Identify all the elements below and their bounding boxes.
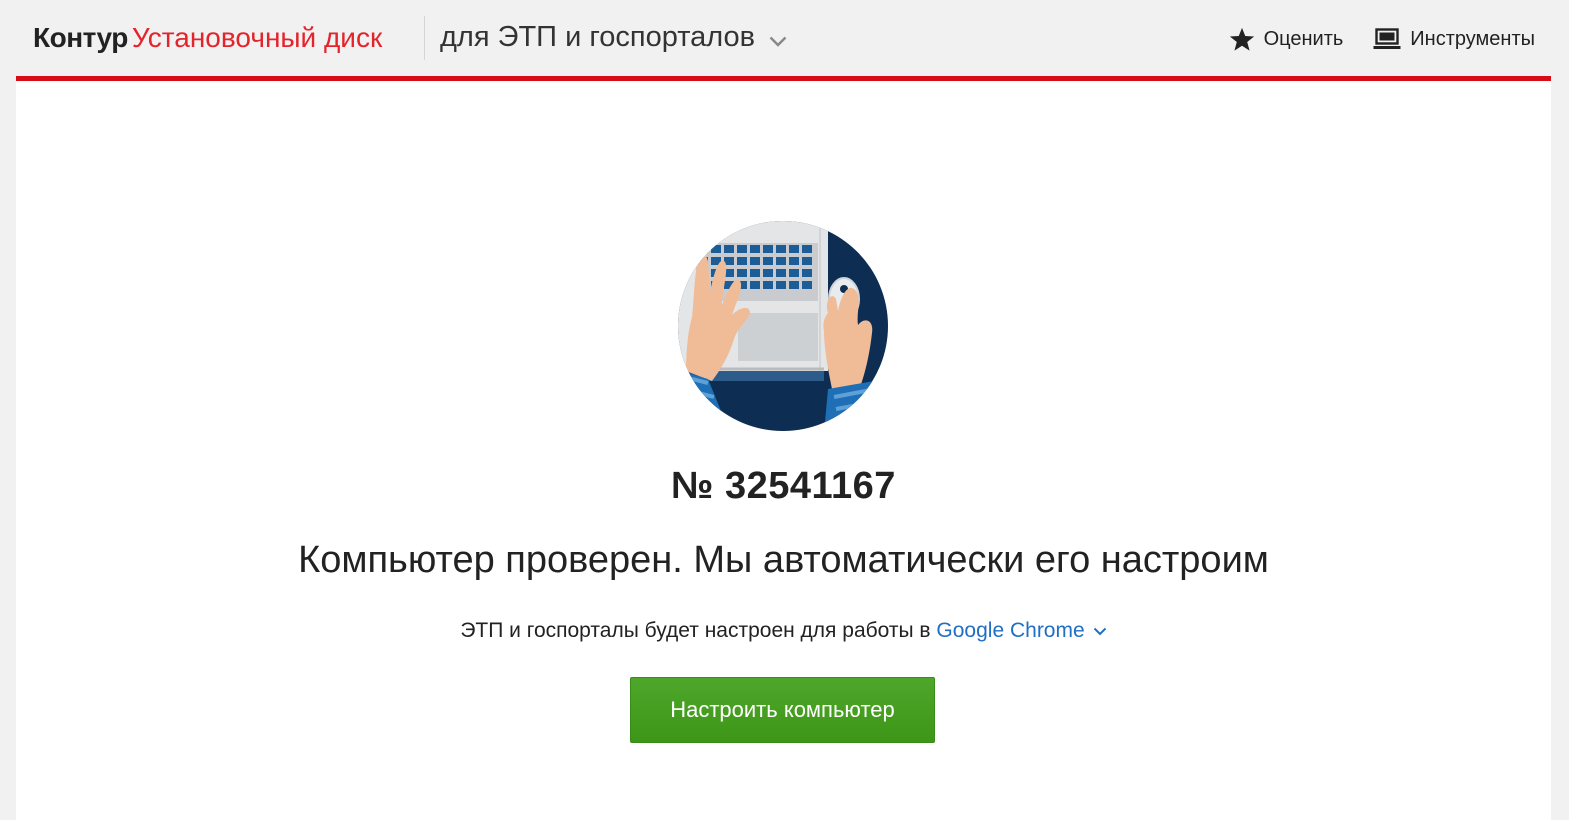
header-divider xyxy=(424,16,425,60)
rate-button[interactable]: Оценить xyxy=(1229,27,1344,52)
laptop-hands-illustration xyxy=(678,221,888,431)
browser-note-text: ЭТП и госпорталы будет настроен для рабо… xyxy=(460,619,937,642)
main-card: № 32541167 Компьютер проверен. Мы автома… xyxy=(16,76,1551,820)
tools-button[interactable]: Инструменты xyxy=(1373,28,1535,51)
status-headline: Компьютер проверен. Мы автоматически его… xyxy=(298,539,1269,581)
header-actions: Оценить Инструменты xyxy=(1229,22,1535,56)
rate-label: Оценить xyxy=(1263,27,1344,50)
brand-name: Контур xyxy=(33,22,128,53)
chevron-down-icon xyxy=(1093,627,1106,635)
laptop-icon xyxy=(1373,28,1401,49)
top-header: Контур Установочный диск для ЭТП и госпор… xyxy=(0,0,1569,76)
browser-select-link[interactable]: Google Chrome xyxy=(936,619,1106,643)
browser-note: ЭТП и госпорталы будет настроен для рабо… xyxy=(16,619,1551,643)
disk-number: № 32541167 xyxy=(671,465,896,507)
product-name: Установочный диск xyxy=(131,22,383,53)
chevron-down-icon xyxy=(769,22,787,55)
product-variant-dropdown[interactable]: для ЭТП и госпорталов xyxy=(440,18,787,56)
logo[interactable]: Контур Установочный диск xyxy=(33,20,382,56)
product-variant-label: для ЭТП и госпорталов xyxy=(440,20,756,53)
browser-name: Google Chrome xyxy=(936,619,1085,642)
star-icon xyxy=(1229,27,1254,51)
configure-computer-button[interactable]: Настроить компьютер xyxy=(630,677,935,743)
tools-label: Инструменты xyxy=(1410,27,1535,50)
